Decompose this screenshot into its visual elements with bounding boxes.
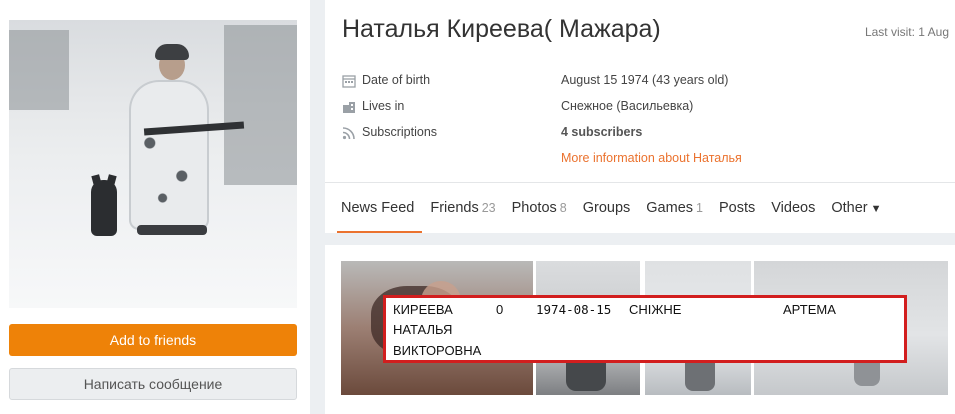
record-place: СНІЖНЕ (629, 302, 682, 317)
tab-label: Videos (771, 200, 816, 216)
photo-dog (91, 180, 117, 236)
tab-label: Photos (511, 200, 557, 216)
tab-videos[interactable]: Videos (767, 200, 823, 233)
tab-games[interactable]: Games 1 (642, 200, 711, 233)
highlighted-record-box: КИРЕЕВА 0 1974-08-15 СНІЖНЕ АРТЕМА НАТАЛ… (383, 295, 907, 363)
more-info-link[interactable]: More information about Наталья (561, 151, 742, 165)
tab-label: Groups (582, 200, 631, 216)
photo-person-hat (155, 44, 189, 60)
record-first-name: НАТАЛЬЯ (393, 322, 453, 337)
info-value[interactable]: Снежное (Васильевка) (561, 99, 693, 113)
profile-photo[interactable] (9, 20, 297, 308)
tab-friends[interactable]: Friends 23 (426, 200, 503, 233)
divider (325, 182, 955, 183)
profile-info-card: Наталья Киреева( Мажара) Last visit: 1 A… (325, 0, 955, 233)
info-label: Date of birth (362, 73, 431, 87)
record-date: 1974-08-15 (536, 302, 612, 317)
tab-groups[interactable]: Groups (579, 200, 639, 233)
tab-label: News Feed (341, 200, 415, 216)
caret-down-icon: ▼ (870, 203, 882, 215)
tab-label: Friends (430, 200, 479, 216)
tab-count: 23 (481, 201, 496, 215)
tab-label: Other (831, 200, 868, 216)
info-label: Lives in (362, 99, 405, 113)
profile-page: Add to friends Написать сообщение Наталь… (0, 0, 955, 414)
calendar-icon (342, 74, 356, 88)
add-to-friends-button[interactable]: Add to friends (9, 324, 297, 356)
record-code: 0 (496, 302, 504, 317)
photo-trees-right (224, 25, 297, 185)
photo-person-boots (137, 225, 207, 235)
tab-label: Posts (718, 200, 756, 216)
tab-other[interactable]: Other ▼ (827, 200, 889, 233)
tab-photos[interactable]: Photos 8 (508, 200, 575, 233)
info-row-subscriptions: Subscriptions 4 subscribers (342, 124, 942, 142)
info-label: Subscriptions (362, 125, 438, 139)
tab-count: 8 (559, 201, 567, 215)
photo-trees-left (9, 30, 69, 110)
record-street: АРТЕМА (783, 302, 836, 317)
house-icon (342, 100, 356, 114)
send-message-button[interactable]: Написать сообщение (9, 368, 297, 400)
info-value: August 15 1974 (43 years old) (561, 73, 729, 87)
left-column: Add to friends Написать сообщение (0, 0, 310, 414)
tab-news-feed[interactable]: News Feed (337, 200, 423, 233)
record-surname: КИРЕЕВА (393, 302, 453, 317)
info-row-location: Lives in Снежное (Васильевка) (342, 98, 942, 116)
info-row-birth: Date of birth August 15 1974 (43 years o… (342, 72, 942, 90)
rss-icon (342, 126, 356, 140)
last-visit: Last visit: 1 Aug (864, 25, 949, 39)
tab-label: Games (646, 200, 694, 216)
subscribers-link[interactable]: 4 subscribers (561, 125, 642, 139)
tab-count: 1 (696, 201, 703, 215)
record-patronymic: ВИКТОРОВНА (393, 343, 482, 358)
tab-posts[interactable]: Posts (715, 200, 763, 233)
profile-name: Наталья Киреева( Мажара) (342, 15, 661, 43)
profile-tabs: News Feed Friends 23 Photos 8 Groups Games… (337, 200, 893, 233)
